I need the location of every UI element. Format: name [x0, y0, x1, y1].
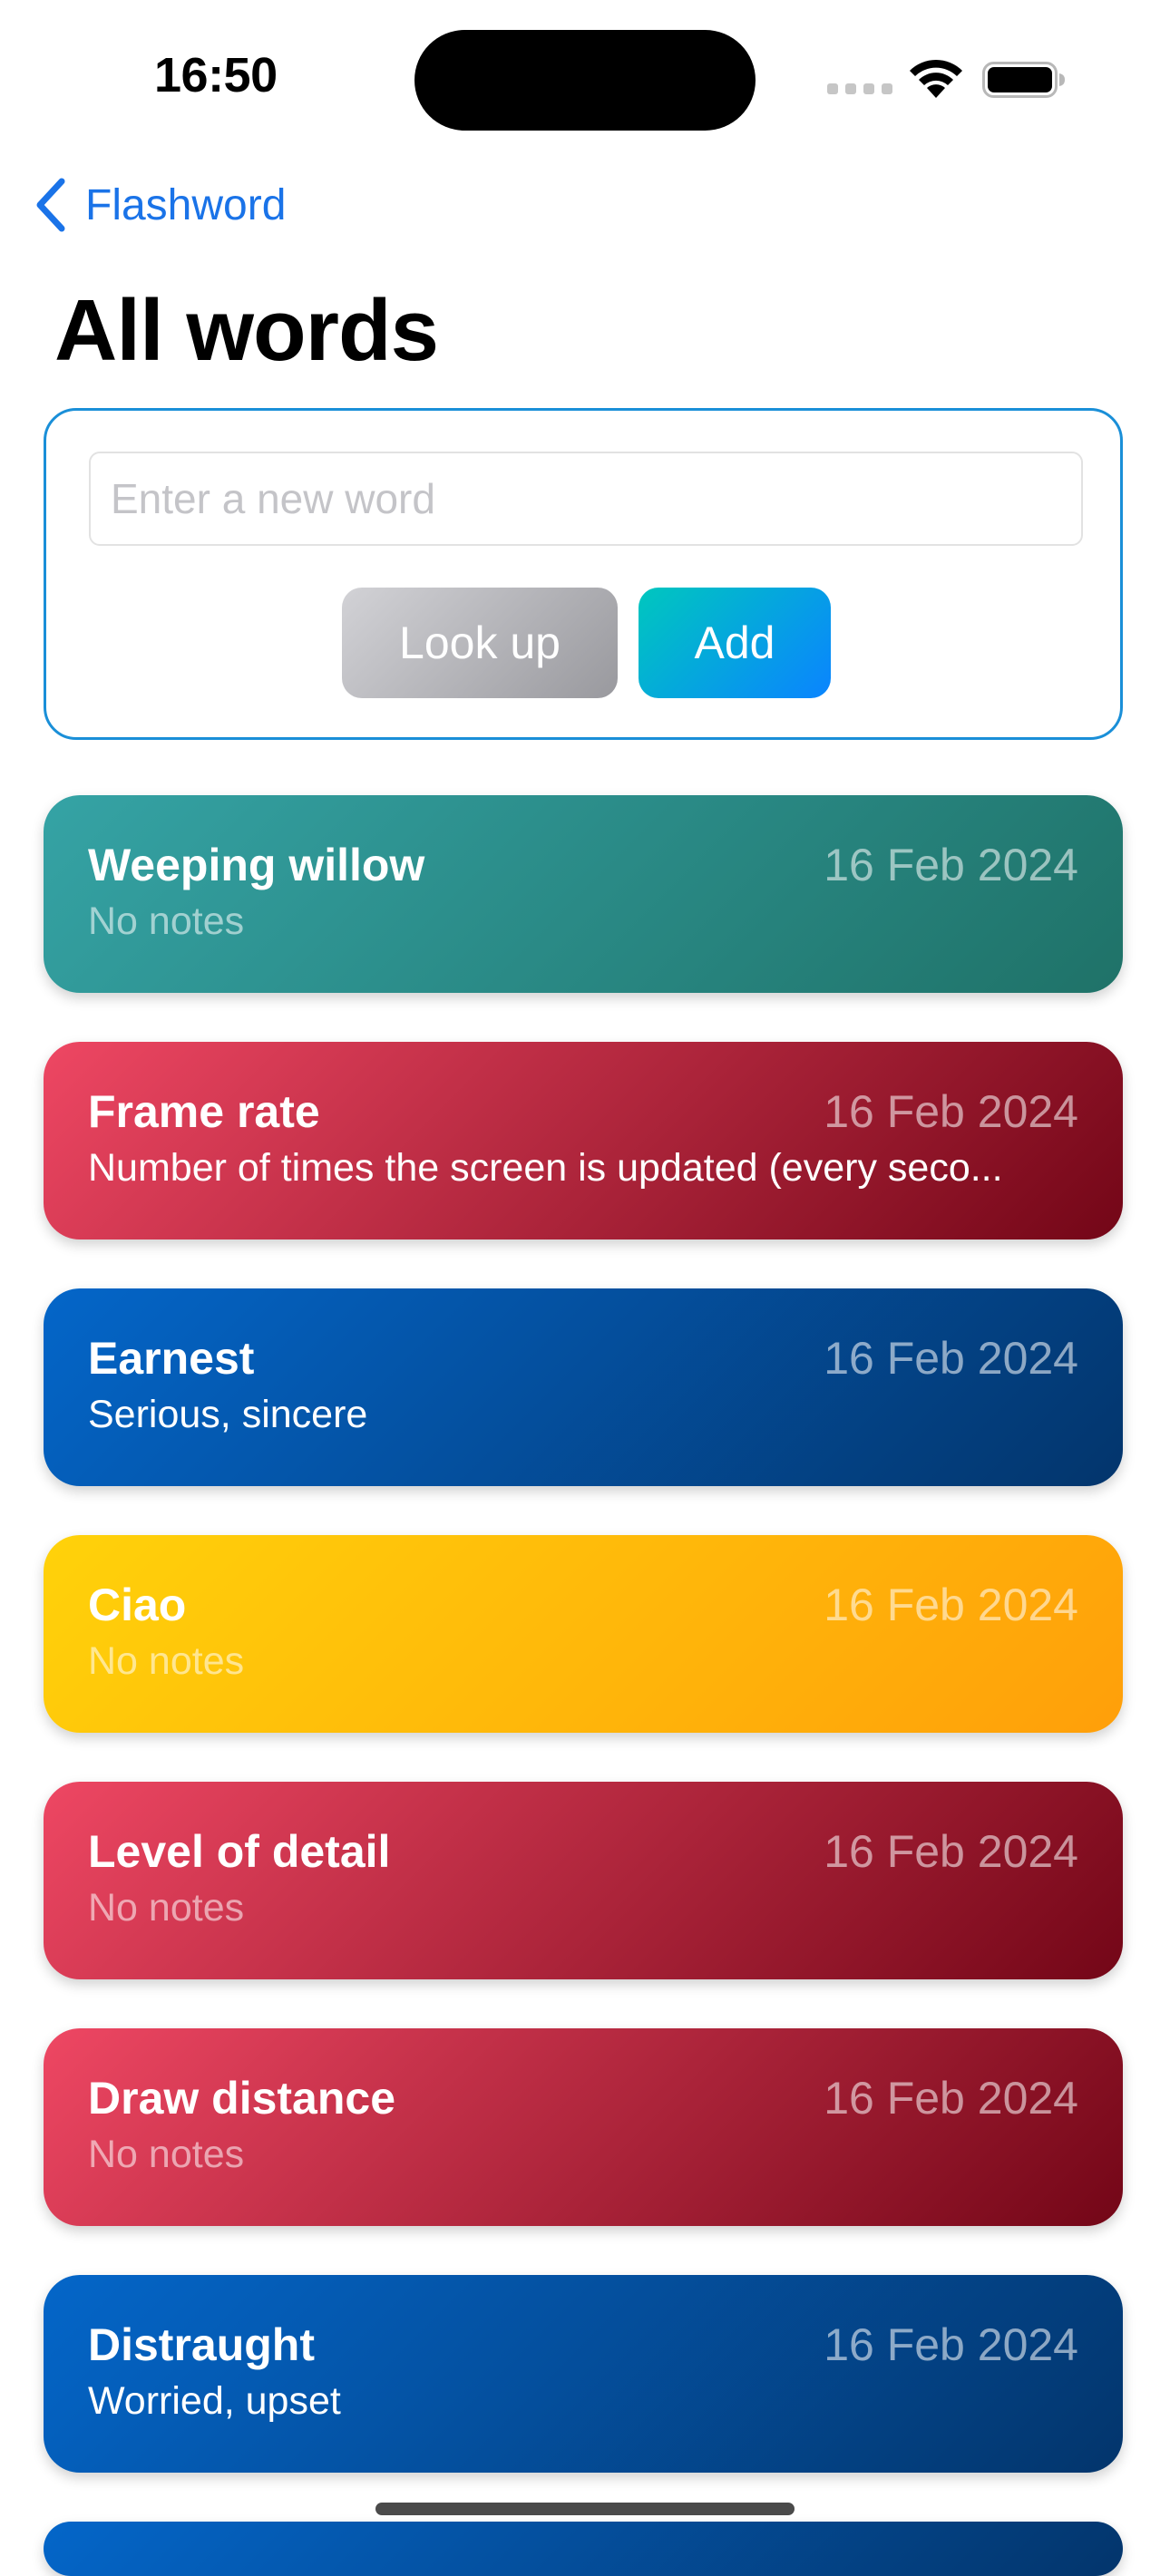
word-card[interactable]: Distraught 16 Feb 2024 Worried, upset — [44, 2275, 1123, 2473]
page-title: All words — [54, 282, 439, 379]
word-card[interactable]: Earnest 16 Feb 2024 Serious, sincere — [44, 1288, 1123, 1486]
word-notes: Worried, upset — [88, 2379, 341, 2423]
word-card[interactable]: Weeping willow 16 Feb 2024 No notes — [44, 795, 1123, 993]
word-notes: No notes — [88, 899, 245, 943]
cellular-signal-icon — [827, 83, 892, 94]
word-notes: No notes — [88, 2133, 245, 2176]
word-title: Weeping willow — [88, 840, 425, 890]
battery-icon — [982, 62, 1065, 98]
word-notes: No notes — [88, 1639, 245, 1683]
word-notes: No notes — [88, 1886, 245, 1930]
home-indicator — [375, 2503, 795, 2515]
wifi-icon — [910, 59, 962, 98]
back-button[interactable]: Flashword — [33, 178, 286, 232]
word-card[interactable]: Ciao 16 Feb 2024 No notes — [44, 1535, 1123, 1733]
word-date: 16 Feb 2024 — [824, 840, 1078, 890]
add-button[interactable]: Add — [639, 588, 831, 698]
word-title: Level of detail — [88, 1826, 391, 1877]
word-date: 16 Feb 2024 — [824, 1826, 1078, 1877]
word-title: Distraught — [88, 2319, 315, 2370]
dynamic-island — [414, 30, 756, 131]
chevron-left-icon — [36, 178, 65, 232]
back-button-label: Flashword — [85, 180, 287, 229]
add-word-panel: Look up Add — [44, 408, 1123, 740]
word-title: Ciao — [88, 1580, 187, 1630]
new-word-input[interactable] — [89, 452, 1083, 546]
word-title: Frame rate — [88, 1086, 320, 1137]
word-title: Draw distance — [88, 2073, 396, 2124]
word-notes: Serious, sincere — [88, 1393, 368, 1436]
word-card[interactable]: Level of detail 16 Feb 2024 No notes — [44, 1782, 1123, 1979]
status-time: 16:50 — [154, 48, 278, 102]
word-notes: Number of times the screen is updated (e… — [88, 1146, 1003, 1190]
word-date: 16 Feb 2024 — [824, 2319, 1078, 2370]
word-date: 16 Feb 2024 — [824, 2073, 1078, 2124]
word-title: Earnest — [88, 1333, 255, 1384]
word-date: 16 Feb 2024 — [824, 1333, 1078, 1384]
word-card-partial[interactable] — [44, 2522, 1123, 2576]
look-up-button[interactable]: Look up — [342, 588, 618, 698]
word-card[interactable]: Draw distance 16 Feb 2024 No notes — [44, 2028, 1123, 2226]
word-card[interactable]: Frame rate 16 Feb 2024 Number of times t… — [44, 1042, 1123, 1239]
word-date: 16 Feb 2024 — [824, 1580, 1078, 1630]
word-date: 16 Feb 2024 — [824, 1086, 1078, 1137]
